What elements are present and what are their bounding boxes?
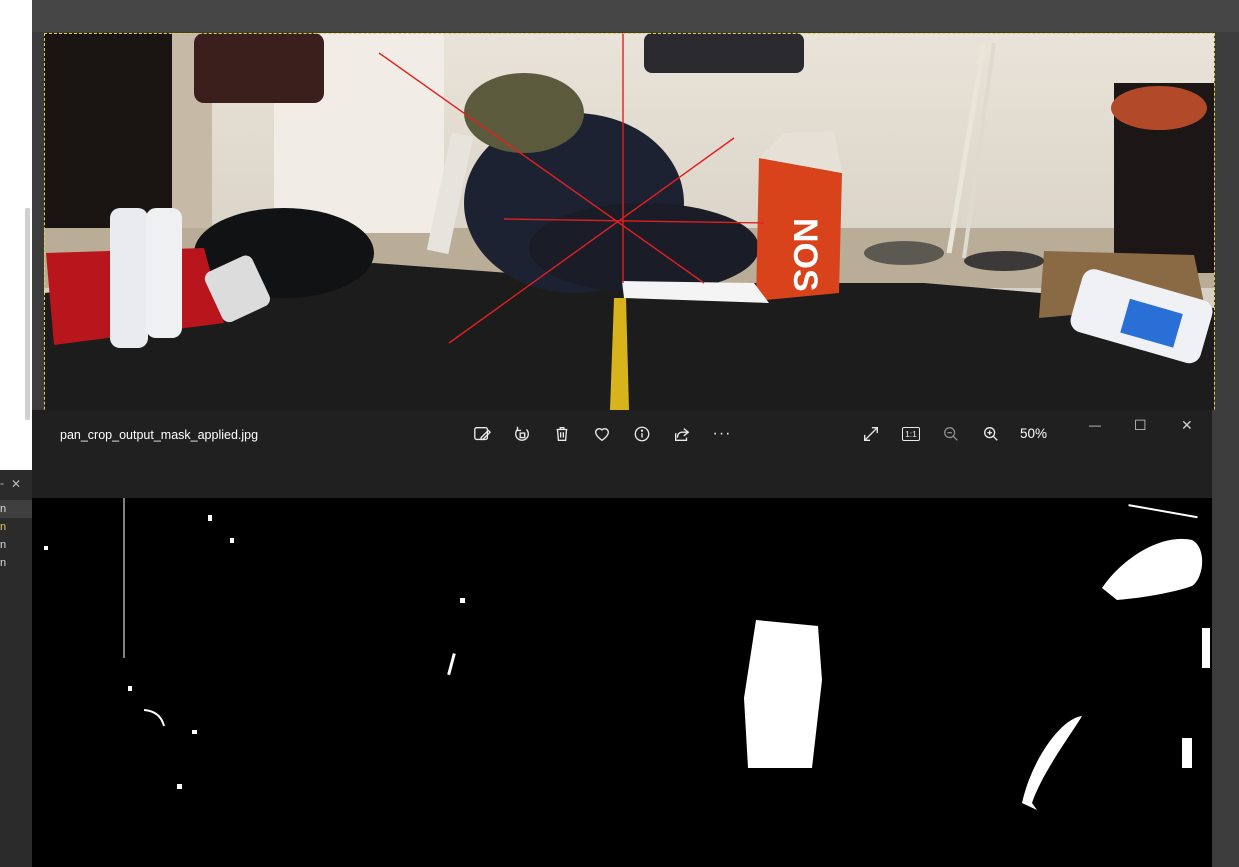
panorama-image: NOS	[44, 33, 1214, 410]
more-options-icon[interactable]: ···	[710, 422, 734, 446]
actual-size-label: 1:1	[902, 427, 920, 441]
side-panel-list: n n n n	[0, 500, 32, 572]
viewer-toolbar	[32, 410, 1212, 498]
minimize-icon[interactable]: —	[1089, 418, 1101, 432]
svg-text:NOS: NOS	[786, 218, 824, 292]
list-item[interactable]: n	[0, 554, 32, 572]
list-item[interactable]: n	[0, 536, 32, 554]
rotate-icon[interactable]	[510, 422, 534, 446]
info-icon[interactable]	[630, 422, 654, 446]
zoom-level[interactable]: 50%	[1020, 426, 1047, 442]
trash-icon[interactable]	[550, 422, 574, 446]
list-item[interactable]: n	[0, 518, 32, 536]
close-icon[interactable]: ✕	[1181, 417, 1193, 434]
close-tab-icon[interactable]: ✕	[11, 477, 21, 491]
zoom-out-icon[interactable]	[939, 422, 963, 446]
share-icon[interactable]	[670, 422, 694, 446]
tab-menu-icon[interactable]: -	[0, 476, 4, 490]
heart-icon[interactable]	[590, 422, 614, 446]
file-name: pan_crop_output_mask_applied.jpg	[60, 428, 259, 442]
editor-canvas-background	[1212, 410, 1239, 867]
editor-canvas-background	[32, 0, 1239, 32]
scrollbar[interactable]	[25, 208, 30, 420]
side-panel-tabbar: - ✕	[0, 476, 32, 496]
maximize-icon[interactable]: ☐	[1134, 417, 1147, 434]
actual-size-icon[interactable]: 1:1	[899, 422, 923, 446]
zoom-in-icon[interactable]	[979, 422, 1003, 446]
edit-image-icon[interactable]	[470, 422, 494, 446]
mask-image	[32, 498, 1212, 867]
list-item[interactable]: n	[0, 500, 32, 518]
expand-icon[interactable]	[859, 422, 883, 446]
